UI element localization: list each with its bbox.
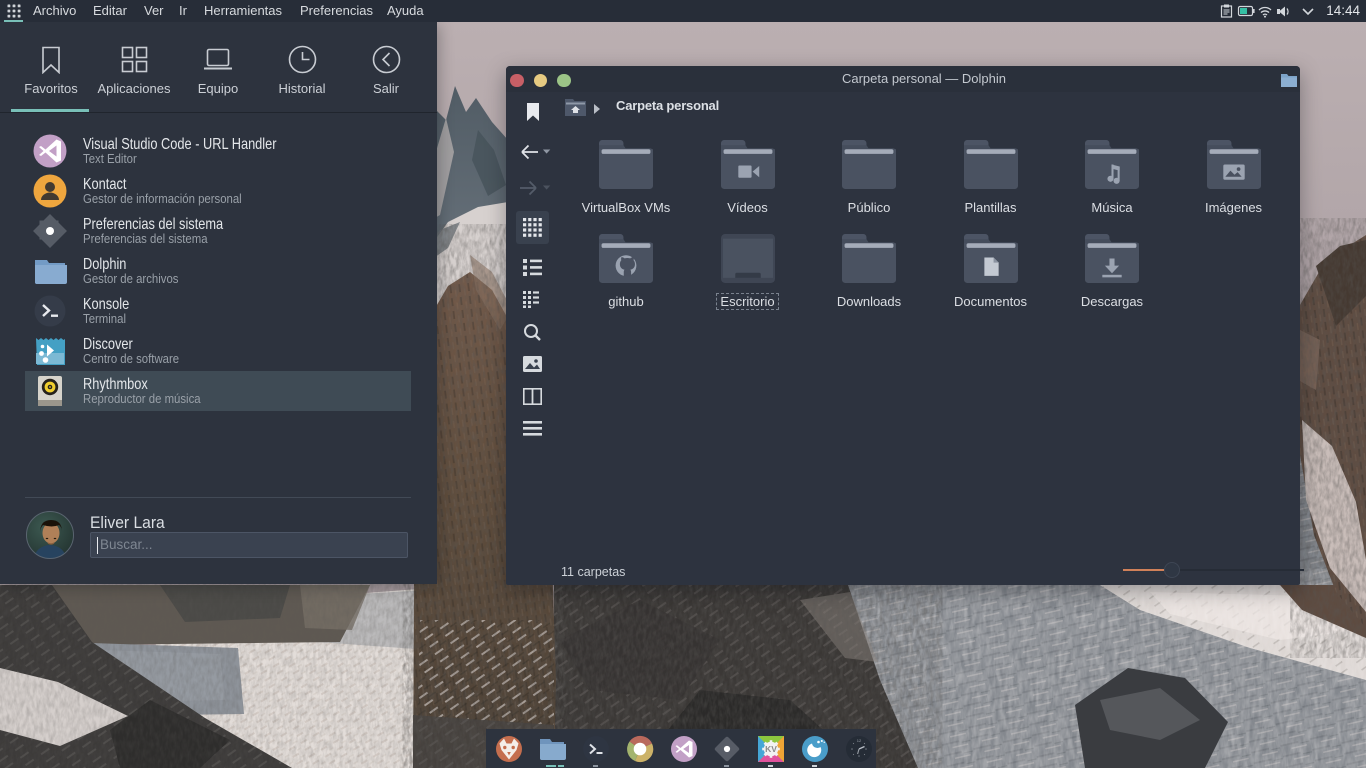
svg-text:KV: KV — [765, 744, 777, 754]
svg-text:12: 12 — [856, 738, 861, 743]
